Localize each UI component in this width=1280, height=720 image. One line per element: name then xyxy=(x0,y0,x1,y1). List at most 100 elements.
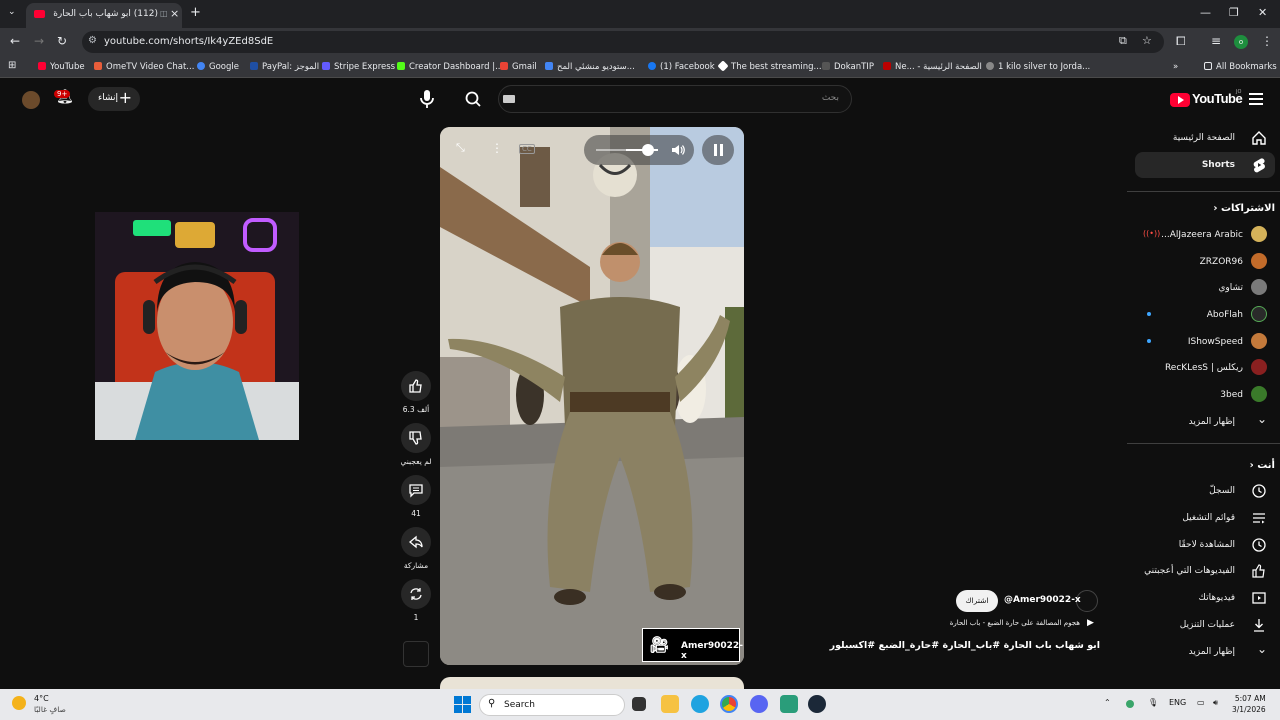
sidebar-item-watch-later[interactable]: المشاهدة لاحقًا xyxy=(1135,532,1275,558)
back-icon[interactable]: ← xyxy=(10,34,20,48)
chrome-icon[interactable] xyxy=(720,695,738,713)
sidebar-item-playlists[interactable]: قوائم التشغيل xyxy=(1135,505,1275,531)
chevron-left-icon: ‹ xyxy=(1213,203,1218,214)
steam-icon[interactable] xyxy=(808,695,826,713)
expand-icon[interactable]: ⤡ xyxy=(456,141,465,155)
bookmark-creator-dashboard[interactable]: Creator Dashboard |... xyxy=(397,62,503,72)
sidebar-item-liked[interactable]: الفيديوهات التي أعجبتني xyxy=(1135,558,1275,584)
app-icon[interactable] xyxy=(780,695,798,713)
tray-chevron-icon[interactable]: ⌃ xyxy=(1104,698,1111,707)
bookmark-google[interactable]: Google xyxy=(197,62,239,72)
url-bar[interactable]: ⚙ youtube.com/shorts/Ik4yZEd8SdE ⧉ ☆ xyxy=(82,31,1164,53)
language-indicator[interactable]: ENG xyxy=(1169,698,1186,707)
bookmark-silver[interactable]: 1 kilo silver to Jorda... xyxy=(986,62,1090,72)
volume-knob[interactable] xyxy=(642,144,654,156)
next-short-preview[interactable] xyxy=(440,677,744,689)
sidebar-item-history[interactable]: السجلّ xyxy=(1135,478,1275,504)
sound-play-icon[interactable]: ▶ xyxy=(1087,618,1094,628)
task-view-icon[interactable] xyxy=(632,697,646,711)
bookmark-star-icon[interactable]: ☆ xyxy=(1142,34,1152,47)
sidebar-item-downloads[interactable]: عمليات التنزيل xyxy=(1135,612,1275,638)
dislike-button[interactable]: لم يعجبني xyxy=(400,423,432,466)
subscribe-button[interactable]: اشتراك xyxy=(956,590,998,612)
sidebar-channel[interactable]: 3bed xyxy=(1135,382,1275,408)
sound-thumbnail[interactable] xyxy=(403,641,429,667)
clock-date: 3/1/2026 xyxy=(1232,705,1266,714)
search-button-icon[interactable] xyxy=(458,85,488,113)
short-title: ابو شهاب باب الحارة #باب_الحارة #حارة_ال… xyxy=(829,640,1100,651)
browser-tab[interactable]: (112) ابو شهاب باب الحارة ◫ × xyxy=(26,3,182,28)
minimize-icon[interactable]: — xyxy=(1200,6,1211,19)
search-input[interactable]: بحث xyxy=(498,85,852,113)
sidebar-channel[interactable]: AboFlah xyxy=(1135,302,1275,328)
sidebar-item-shorts[interactable]: Shorts xyxy=(1135,152,1275,178)
microphone-icon[interactable] xyxy=(415,87,439,111)
bookmark-stripe[interactable]: Stripe Express xyxy=(322,62,395,72)
volume-slider[interactable] xyxy=(584,135,694,165)
media-icon[interactable]: ≡ xyxy=(1211,34,1221,48)
channel-handle[interactable]: @Amer90022-x xyxy=(1004,595,1081,605)
bookmark-paypal[interactable]: PayPal: الموجز xyxy=(250,62,319,72)
site-info-icon[interactable]: ⚙ xyxy=(88,35,97,46)
sidebar-channel[interactable]: ZRZOR96 xyxy=(1135,249,1275,275)
remix-button[interactable]: 1 xyxy=(400,579,432,622)
guide-menu-icon[interactable] xyxy=(1249,93,1263,105)
all-bookmarks-folder[interactable]: All Bookmarks xyxy=(1204,62,1277,72)
bookmark-studio[interactable]: ستوديو منشئي المح... xyxy=(545,62,635,72)
bookmark-news[interactable]: Ne... - الصفحة الرئيسية xyxy=(883,62,982,72)
restore-icon[interactable]: ❐ xyxy=(1229,6,1239,19)
pause-button[interactable] xyxy=(702,135,734,165)
volume-icon[interactable]: 🔊︎ xyxy=(1213,698,1218,708)
edge-icon[interactable] xyxy=(691,695,709,713)
tray-app-icon[interactable] xyxy=(1126,700,1134,708)
reload-icon[interactable]: ↻ xyxy=(57,34,67,48)
sidebar-show-more-you[interactable]: ⌄ إظهار المزيد xyxy=(1135,639,1275,665)
cast-icon[interactable]: ⧉ xyxy=(1119,34,1127,48)
profile-avatar[interactable]: o xyxy=(1234,35,1248,49)
you-header[interactable]: أنت ‹ xyxy=(1135,460,1275,471)
subscriptions-header[interactable]: الاشتراكات ‹ xyxy=(1135,203,1275,214)
bookmark-youtube[interactable]: YouTube xyxy=(38,62,85,72)
comments-button[interactable]: 41 xyxy=(400,475,432,518)
tab-close-icon[interactable]: × xyxy=(170,7,179,20)
apps-grid-icon[interactable]: ⊞ xyxy=(8,60,16,71)
discord-icon[interactable] xyxy=(750,695,768,713)
sidebar-channel[interactable]: IShowSpeed xyxy=(1135,329,1275,355)
keyboard-icon[interactable] xyxy=(503,95,515,103)
windows-start-icon[interactable] xyxy=(454,696,471,713)
extensions-icon[interactable]: ⧠ xyxy=(1176,34,1186,49)
system-clock[interactable]: 5:07 AM 3/1/2026 xyxy=(1232,693,1266,715)
shorts-video-player[interactable] xyxy=(440,127,744,665)
sidebar-item-home[interactable]: الصفحة الرئيسية xyxy=(1135,125,1275,151)
bookmark-dokantip[interactable]: DokanTIP xyxy=(822,62,874,72)
forward-icon[interactable]: → xyxy=(34,34,44,48)
tab-search-icon[interactable]: ⌄ xyxy=(8,7,16,17)
sidebar-channel[interactable]: تشاوي xyxy=(1135,275,1275,301)
taskbar-search[interactable]: ⚲ Search xyxy=(479,694,625,716)
like-button[interactable]: 6.3 ألف xyxy=(400,371,432,414)
tab-audio-icon[interactable]: ◫ xyxy=(160,9,168,18)
network-icon[interactable]: ▭ xyxy=(1197,698,1205,707)
bookmark-gmail[interactable]: Gmail xyxy=(500,62,537,72)
browser-menu-icon[interactable]: ⋮ xyxy=(1261,34,1273,48)
speaker-icon[interactable] xyxy=(670,142,686,158)
sidebar-show-more-subs[interactable]: ⌄ إظهار المزيد xyxy=(1135,409,1275,435)
sound-title[interactable]: هجوم المصالفة على حارة الضبع - باب الحار… xyxy=(860,619,1080,627)
create-button[interactable]: إنشاء + xyxy=(88,87,140,111)
bookmark-streaming[interactable]: The best streaming... xyxy=(717,60,822,72)
account-avatar[interactable] xyxy=(22,91,40,109)
streamer-webcam-image xyxy=(95,212,299,440)
share-button[interactable]: مشاركة xyxy=(400,527,432,570)
bookmark-facebook[interactable]: (1) Facebook xyxy=(648,62,715,72)
sidebar-channel[interactable]: AlJazeera Arabic... ((•)) xyxy=(1135,222,1275,248)
new-tab-icon[interactable]: + xyxy=(190,5,201,20)
captions-icon[interactable]: CC xyxy=(519,144,535,154)
file-explorer-icon[interactable] xyxy=(661,695,679,713)
sidebar-item-your-videos[interactable]: فيديوهاتك xyxy=(1135,585,1275,611)
tray-mic-icon[interactable]: 🎙︎ xyxy=(1148,698,1158,707)
sidebar-channel[interactable]: ريكلس | RecKLesS xyxy=(1135,355,1275,381)
more-bookmarks-icon[interactable]: » xyxy=(1173,62,1178,72)
window-close-icon[interactable]: ✕ xyxy=(1258,6,1267,19)
more-options-icon[interactable]: ⋮ xyxy=(491,141,503,155)
bookmark-ometv[interactable]: OmeTV Video Chat... xyxy=(94,62,194,72)
